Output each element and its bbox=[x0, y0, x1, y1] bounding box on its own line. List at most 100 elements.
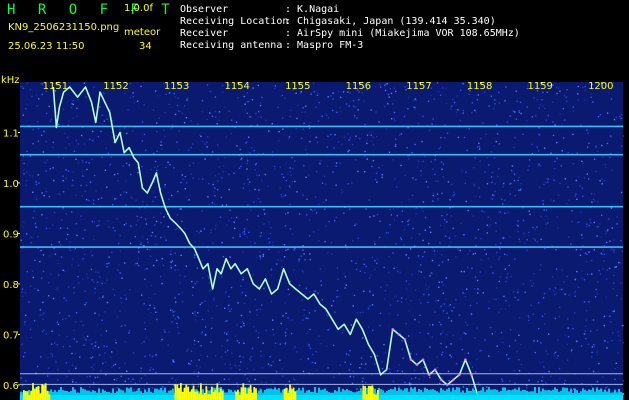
noise-pixel bbox=[35, 198, 38, 201]
noise-pixel bbox=[502, 341, 504, 344]
noise-pixel bbox=[304, 259, 306, 261]
noise-pixel bbox=[194, 254, 196, 256]
noise-pixel bbox=[43, 312, 45, 314]
noise-pixel bbox=[54, 253, 57, 255]
noise-pixel bbox=[607, 341, 609, 343]
noise-pixel bbox=[348, 369, 350, 371]
noise-pixel bbox=[348, 105, 350, 107]
noise-pixel bbox=[603, 244, 605, 247]
noise-pixel bbox=[374, 268, 376, 271]
noise-pixel bbox=[388, 368, 391, 370]
noise-pixel bbox=[475, 195, 477, 198]
noise-pixel bbox=[214, 354, 217, 357]
noise-pixel bbox=[545, 215, 547, 217]
noise-pixel bbox=[621, 191, 623, 194]
noise-pixel bbox=[517, 225, 519, 227]
noise-pixel bbox=[157, 165, 159, 168]
noise-pixel bbox=[85, 161, 87, 163]
noise-pixel bbox=[391, 118, 393, 120]
noise-pixel bbox=[367, 326, 370, 328]
noise-pixel bbox=[408, 382, 411, 384]
noise-pixel bbox=[501, 204, 504, 206]
noise-pixel bbox=[259, 258, 262, 260]
noise-pixel bbox=[562, 108, 564, 110]
noise-pixel bbox=[181, 292, 183, 294]
noise-pixel bbox=[173, 92, 175, 95]
noise-pixel bbox=[499, 276, 502, 278]
bottom-spike bbox=[258, 390, 260, 395]
noise-pixel bbox=[479, 160, 481, 162]
noise-pixel bbox=[192, 177, 194, 179]
bottom-yellow-spike bbox=[221, 391, 224, 400]
noise-pixel bbox=[71, 352, 73, 355]
noise-pixel bbox=[287, 288, 290, 291]
noise-pixel bbox=[21, 384, 24, 387]
noise-pixel bbox=[541, 99, 543, 101]
noise-pixel bbox=[363, 258, 365, 260]
noise-pixel bbox=[619, 340, 621, 342]
noise-pixel bbox=[115, 135, 117, 137]
bottom-spike bbox=[280, 392, 282, 395]
noise-pixel bbox=[100, 197, 103, 199]
noise-pixel bbox=[476, 327, 478, 329]
bottom-spike bbox=[478, 390, 480, 395]
noise-pixel bbox=[547, 115, 549, 117]
noise-pixel bbox=[543, 183, 545, 186]
noise-pixel bbox=[438, 286, 440, 288]
noise-pixel bbox=[180, 208, 182, 210]
noise-pixel bbox=[256, 174, 258, 176]
noise-pixel bbox=[272, 328, 274, 331]
noise-pixel bbox=[39, 314, 41, 316]
noise-pixel bbox=[504, 268, 506, 270]
noise-pixel bbox=[260, 355, 262, 357]
noise-pixel bbox=[96, 281, 99, 283]
noise-pixel bbox=[168, 103, 170, 106]
noise-pixel bbox=[247, 178, 249, 180]
noise-pixel bbox=[607, 229, 609, 231]
noise-pixel bbox=[356, 117, 358, 119]
noise-pixel bbox=[588, 142, 590, 144]
bottom-spike bbox=[352, 392, 354, 395]
noise-pixel bbox=[459, 249, 461, 252]
noise-pixel bbox=[153, 307, 156, 309]
noise-pixel bbox=[441, 192, 443, 195]
noise-pixel bbox=[221, 241, 223, 244]
noise-pixel bbox=[508, 345, 511, 347]
noise-pixel bbox=[51, 354, 53, 356]
bottom-spike bbox=[276, 389, 278, 395]
noise-pixel bbox=[118, 264, 120, 266]
noise-pixel bbox=[241, 291, 244, 294]
noise-pixel bbox=[611, 227, 613, 229]
noise-pixel bbox=[26, 233, 28, 235]
noise-pixel bbox=[418, 321, 420, 323]
noise-pixel bbox=[152, 264, 155, 267]
noise-pixel bbox=[234, 335, 237, 337]
noise-pixel bbox=[127, 109, 129, 111]
noise-pixel bbox=[194, 242, 196, 244]
noise-pixel bbox=[271, 319, 274, 321]
noise-pixel bbox=[480, 238, 482, 240]
noise-pixel bbox=[452, 335, 455, 337]
noise-pixel bbox=[259, 255, 261, 257]
noise-pixel bbox=[81, 159, 83, 162]
noise-pixel bbox=[586, 173, 588, 175]
noise-pixel bbox=[514, 339, 517, 342]
noise-pixel bbox=[132, 378, 134, 380]
noise-pixel bbox=[479, 196, 481, 198]
noise-pixel bbox=[427, 186, 429, 188]
noise-pixel bbox=[279, 166, 281, 168]
noise-pixel bbox=[226, 224, 228, 226]
noise-pixel bbox=[430, 161, 432, 163]
noise-pixel bbox=[140, 243, 142, 246]
noise-pixel bbox=[208, 249, 210, 251]
noise-pixel bbox=[53, 179, 55, 182]
noise-pixel bbox=[167, 161, 169, 164]
noise-pixel bbox=[390, 92, 393, 95]
noise-pixel bbox=[559, 288, 561, 291]
bottom-spike bbox=[570, 388, 572, 395]
noise-pixel bbox=[366, 142, 368, 145]
bottom-spike bbox=[520, 391, 522, 395]
noise-pixel bbox=[288, 137, 290, 139]
noise-pixel bbox=[443, 303, 445, 305]
noise-pixel bbox=[605, 296, 608, 298]
